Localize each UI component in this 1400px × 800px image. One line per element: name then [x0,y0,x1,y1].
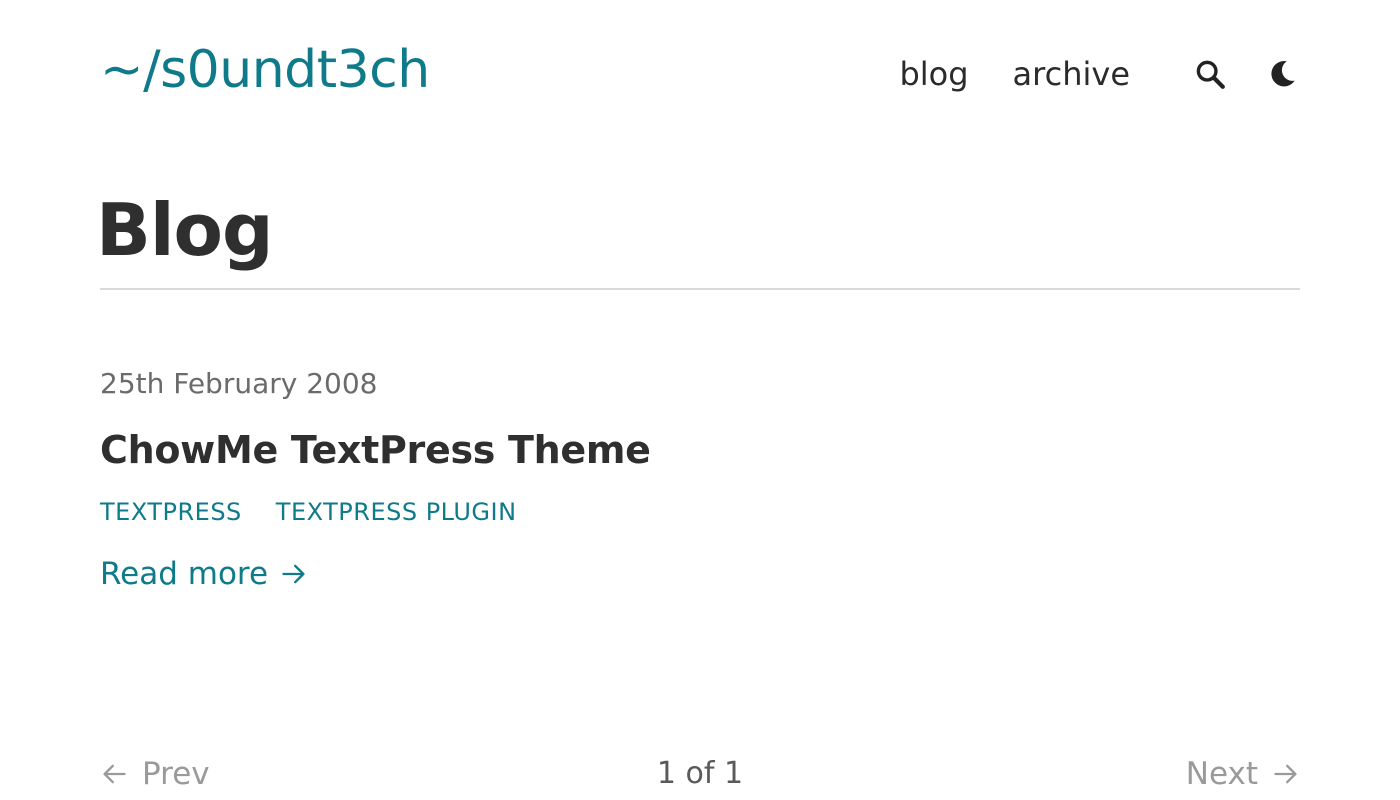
post-tags: TEXTPRESS TEXTPRESS PLUGIN [100,496,1300,528]
tag-link-textpress-plugin[interactable]: TEXTPRESS PLUGIN [276,496,517,528]
read-more-label: Read more [100,556,269,592]
title-divider [100,288,1300,290]
next-page-link[interactable]: Next [1186,752,1300,796]
site-logo-link[interactable]: ~/s0undt3ch [100,36,430,104]
arrow-right-icon [280,560,308,588]
nav-link-archive[interactable]: archive [1013,50,1130,98]
theme-toggle-button[interactable] [1264,56,1300,92]
search-button[interactable] [1192,56,1228,92]
read-more-link[interactable]: Read more [100,554,308,594]
prev-label: Prev [142,756,210,792]
arrow-right-icon [1272,760,1300,788]
tag-link-textpress[interactable]: TEXTPRESS [100,496,242,528]
pagination: 1 of 1 Prev Next [100,752,1300,796]
main-nav: blog archive [899,50,1300,98]
arrow-left-icon [100,760,128,788]
post-entry: 25th February 2008 ChowMe TextPress Them… [100,362,1300,594]
post-date: 25th February 2008 [100,367,378,400]
nav-link-blog[interactable]: blog [899,50,968,98]
search-icon [1196,60,1225,89]
page-indicator: 1 of 1 [656,756,744,791]
prev-page-link[interactable]: Prev [100,752,210,796]
moon-icon [1271,61,1295,87]
next-label: Next [1185,756,1258,792]
post-title-link[interactable]: ChowMe TextPress Theme [100,426,1300,474]
site-header: ~/s0undt3ch blog archive [100,36,1300,106]
page-title: Blog [96,188,274,272]
